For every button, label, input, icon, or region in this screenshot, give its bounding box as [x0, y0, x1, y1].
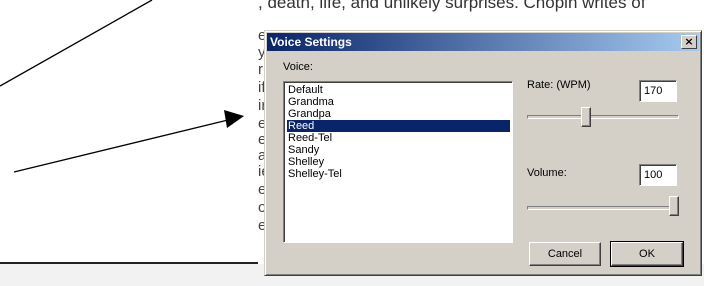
list-item-voice-selected[interactable]: Reed [287, 120, 510, 132]
rate-input[interactable]: 170 [639, 80, 677, 102]
annotation-arrowhead [224, 110, 244, 128]
close-icon: × [684, 35, 694, 48]
list-item-voice[interactable]: Shelley-Tel [287, 168, 510, 180]
close-button[interactable]: × [681, 35, 697, 49]
ok-button[interactable]: OK [610, 241, 684, 267]
list-item-voice[interactable]: Grandpa [287, 108, 510, 120]
list-item-voice[interactable]: Sandy [287, 144, 510, 156]
volume-input[interactable]: 100 [639, 164, 677, 186]
volume-slider-thumb[interactable] [669, 196, 679, 216]
doc-fragment: r [258, 61, 263, 78]
list-item-voice[interactable]: Reed-Tel [287, 132, 510, 144]
document-text: , death, life, and unlikely surprises. C… [258, 0, 646, 12]
voice-listbox[interactable]: Default Grandma Grandpa Reed Reed-Tel Sa… [283, 81, 513, 243]
cancel-button[interactable]: Cancel [529, 242, 601, 266]
volume-slider-track[interactable] [527, 206, 679, 210]
annotation-line-upper [0, 0, 153, 87]
annotation-arrow-shaft [13, 119, 229, 173]
dialog-title: Voice Settings [270, 35, 352, 49]
voice-settings-dialog: Voice Settings × Voice: Default Grandma … [264, 30, 702, 276]
volume-label: Volume: [527, 167, 567, 179]
rate-slider-thumb[interactable] [581, 107, 591, 127]
dialog-titlebar[interactable]: Voice Settings × [267, 33, 699, 51]
rate-slider-track[interactable] [527, 115, 679, 119]
list-item-voice[interactable]: Grandma [287, 96, 510, 108]
rate-label: Rate: (WPM) [527, 79, 591, 91]
list-item-voice[interactable]: Shelley [287, 156, 510, 168]
voice-label: Voice: [283, 61, 313, 73]
background-document-line: , death, life, and unlikely surprises. C… [258, 0, 698, 26]
list-item-voice[interactable]: Default [287, 84, 510, 96]
